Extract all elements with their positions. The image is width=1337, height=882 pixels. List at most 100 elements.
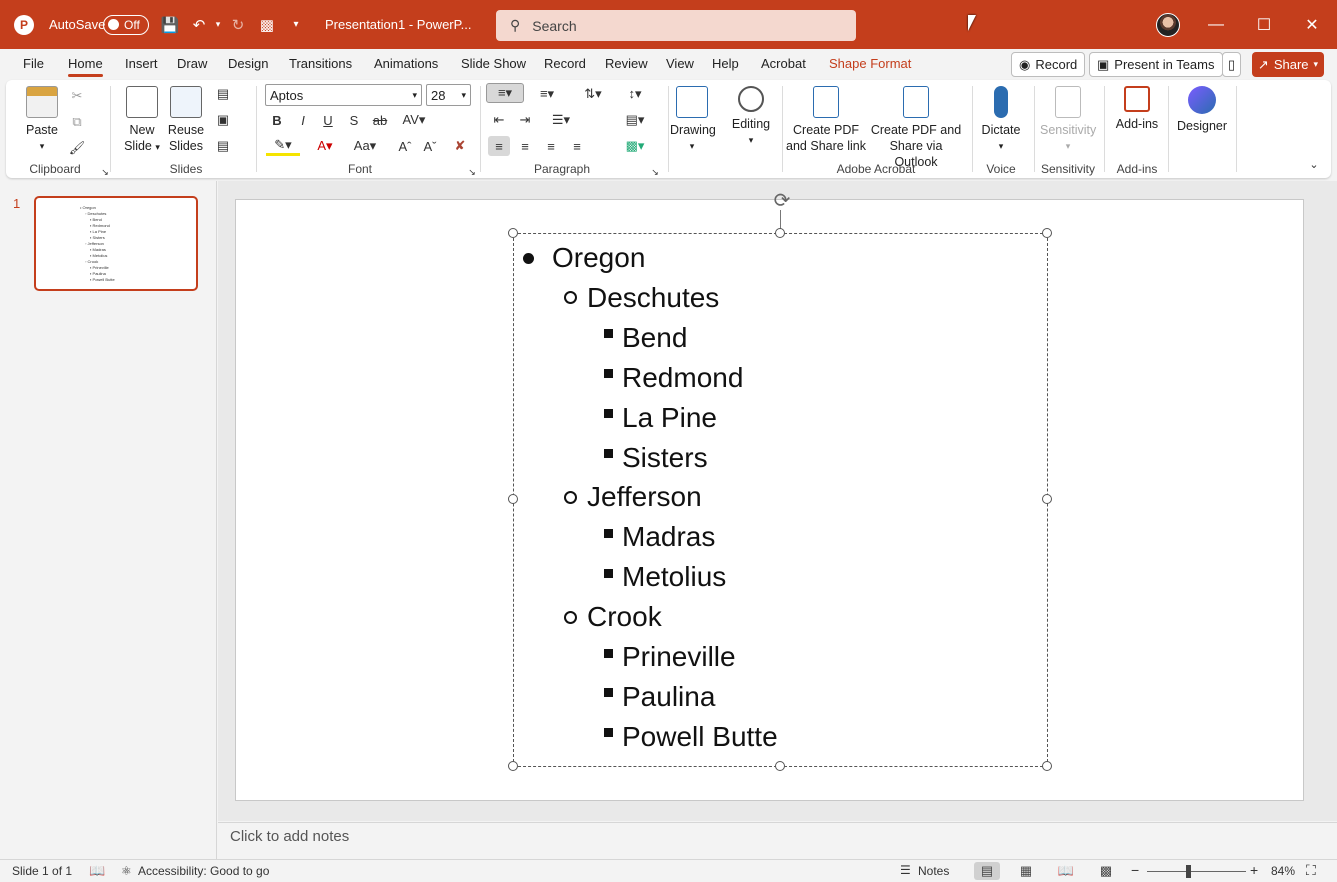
zoom-slider[interactable] <box>1147 871 1246 872</box>
bullet-text-level-1[interactable]: Oregon <box>552 238 645 278</box>
align-right-icon[interactable]: ≡ <box>540 136 562 156</box>
character-spacing-icon[interactable]: AV▾ <box>398 110 430 130</box>
resize-handle-bottom[interactable] <box>775 761 785 771</box>
slide-thumbnail[interactable]: • Oregon ◦ Deschutes ▪ Bend ▪ Redmond ▪ La P… <box>34 196 198 291</box>
notes-pane[interactable] <box>218 822 1337 858</box>
italic-icon[interactable]: I <box>292 110 314 130</box>
notes-placeholder[interactable]: Click to add notes <box>230 828 349 845</box>
align-left-icon[interactable]: ≡ <box>488 136 510 156</box>
resize-handle-bottom-left[interactable] <box>508 761 518 771</box>
bullet-text-level-3[interactable]: La Pine <box>622 398 717 438</box>
smartart-icon[interactable]: ▩▾ <box>618 136 652 156</box>
format-painter-icon[interactable]: 🖌 <box>66 138 88 158</box>
resize-handle-bottom-right[interactable] <box>1042 761 1052 771</box>
font-name-select[interactable]: Aptos ▾ <box>265 84 422 106</box>
align-text-icon[interactable]: ▤▾ <box>618 110 652 130</box>
tab-view[interactable]: View <box>666 56 694 71</box>
bullets-icon[interactable]: ≡▾ <box>486 83 524 103</box>
strikethrough-icon[interactable]: ab <box>369 110 391 130</box>
sensitivity-button[interactable]: Sensitivity ▾ <box>1040 86 1096 154</box>
clear-formatting-icon[interactable]: ✘ <box>449 136 471 156</box>
font-size-select[interactable]: 28 ▾ <box>426 84 471 106</box>
bullet-text-level-3[interactable]: Sisters <box>622 438 708 478</box>
font-color-icon[interactable]: A▾ <box>308 136 342 156</box>
present-in-teams-button[interactable]: ▣ Present in Teams <box>1089 52 1223 77</box>
dialog-launcher-icon[interactable]: ↘ <box>94 162 116 182</box>
highlight-icon[interactable]: ✎▾ <box>266 136 300 156</box>
undo-dropdown-icon[interactable]: ▾ <box>207 0 229 49</box>
line-spacing-icon[interactable]: ⇅▾ <box>576 84 610 104</box>
customize-quick-access-icon[interactable]: ▾ <box>285 0 307 49</box>
resize-handle-top-left[interactable] <box>508 228 518 238</box>
decrease-indent-icon[interactable]: ⇤ <box>488 110 510 130</box>
tab-record[interactable]: Record <box>544 56 586 71</box>
tab-file[interactable]: File <box>23 56 44 71</box>
bullet-text-level-3[interactable]: Powell Butte <box>622 717 778 757</box>
present-from-beginning-icon[interactable]: ▩ <box>256 0 278 49</box>
zoom-out-icon[interactable]: − <box>1131 862 1139 878</box>
create-pdf-outlook-button[interactable]: Create PDF and Share via Outlook <box>868 86 964 170</box>
dictate-button[interactable]: Dictate ▾ <box>978 86 1024 154</box>
notes-icon[interactable]: ☰ <box>900 863 911 877</box>
bullet-text-level-3[interactable]: Paulina <box>622 677 715 717</box>
tab-review[interactable]: Review <box>605 56 648 71</box>
bullet-text-level-2[interactable]: Jefferson <box>587 477 702 517</box>
bullet-text-level-3[interactable]: Prineville <box>622 637 736 677</box>
increase-font-size-icon[interactable]: Aˆ <box>394 136 416 156</box>
new-slide-button[interactable]: New Slide ▾ <box>118 86 166 155</box>
text-direction-icon[interactable]: ↕▾ <box>618 84 652 104</box>
decrease-font-size-icon[interactable]: Aˇ <box>419 136 441 156</box>
rotate-handle-icon[interactable]: ⟳ <box>771 190 793 212</box>
share-button[interactable]: ↗ Share ▾ <box>1252 52 1324 77</box>
bold-icon[interactable]: B <box>266 110 288 130</box>
zoom-in-icon[interactable]: + <box>1250 862 1258 878</box>
text-shadow-icon[interactable]: S <box>343 110 365 130</box>
zoom-slider-thumb[interactable] <box>1186 865 1191 878</box>
editing-button[interactable]: Editing ▾ <box>728 86 774 148</box>
minimize-icon[interactable]: — <box>1193 0 1239 49</box>
bullet-text-level-3[interactable]: Bend <box>622 318 687 358</box>
bullet-text-level-3[interactable]: Metolius <box>622 557 726 597</box>
tab-shape-format[interactable]: Shape Format <box>829 56 911 71</box>
tab-transitions[interactable]: Transitions <box>289 56 352 71</box>
tab-insert[interactable]: Insert <box>125 56 158 71</box>
columns-icon[interactable]: ☰▾ <box>544 110 578 130</box>
collapse-ribbon-icon[interactable]: ⌄ <box>1303 154 1325 174</box>
accessibility-icon[interactable]: ⚛ <box>121 864 132 878</box>
tab-acrobat[interactable]: Acrobat <box>761 56 806 71</box>
zoom-level[interactable]: 84% <box>1271 864 1295 878</box>
accessibility-status[interactable]: Accessibility: Good to go <box>138 864 269 878</box>
resize-handle-top[interactable] <box>775 228 785 238</box>
align-center-icon[interactable]: ≡ <box>514 136 536 156</box>
slide-show-icon[interactable]: ▩ <box>1093 862 1119 880</box>
search-box[interactable]: ⚲ Search <box>496 10 856 41</box>
add-ins-button[interactable]: Add-ins <box>1110 86 1164 132</box>
tab-design[interactable]: Design <box>228 56 268 71</box>
bullet-text-level-3[interactable]: Madras <box>622 517 715 557</box>
change-case-icon[interactable]: Aa▾ <box>350 136 380 156</box>
tab-draw[interactable]: Draw <box>177 56 207 71</box>
fit-to-window-icon[interactable]: ⛶ <box>1306 862 1316 879</box>
record-button[interactable]: ◉ Record <box>1011 52 1086 77</box>
resize-handle-left[interactable] <box>508 494 518 504</box>
notes-toggle[interactable]: Notes <box>918 864 949 878</box>
maximize-icon[interactable]: ☐ <box>1241 0 1287 49</box>
layout-icon[interactable]: ▤ <box>212 84 234 104</box>
section-icon[interactable]: ▤ <box>212 136 234 156</box>
copy-icon[interactable]: ⧉ <box>66 112 88 132</box>
tab-home[interactable]: Home <box>68 56 103 77</box>
avatar[interactable] <box>1156 13 1180 37</box>
close-icon[interactable]: ✕ <box>1289 0 1335 49</box>
numbering-icon[interactable]: ≡▾ <box>530 84 564 104</box>
reading-view-icon[interactable]: 📖 <box>1053 862 1079 880</box>
redo-icon[interactable]: ↻ <box>227 0 249 49</box>
autosave-toggle[interactable]: Off <box>103 0 149 49</box>
spelling-icon[interactable]: 📖 <box>89 863 105 879</box>
save-icon[interactable]: 💾 <box>159 0 181 49</box>
tab-animations[interactable]: Animations <box>374 56 438 71</box>
underline-icon[interactable]: U <box>317 110 339 130</box>
tab-slide-show[interactable]: Slide Show <box>461 56 526 71</box>
paste-button[interactable]: Paste ▾ <box>24 86 60 154</box>
reuse-slides-button[interactable]: Reuse Slides <box>166 86 206 154</box>
normal-view-icon[interactable]: ▤ <box>974 862 1000 880</box>
